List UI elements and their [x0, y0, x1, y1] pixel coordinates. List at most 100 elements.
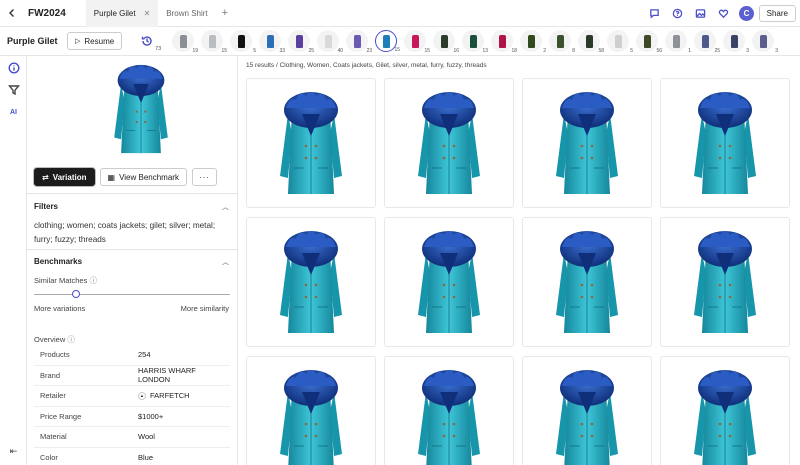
back-arrow-icon[interactable]	[0, 0, 24, 27]
divider	[27, 193, 237, 194]
variation-thumbnail[interactable]: 8	[549, 30, 575, 54]
ai-tool-button[interactable]: AI	[0, 101, 27, 123]
tab-purple-gilet[interactable]: Purple Gilet ✕	[85, 0, 159, 27]
filter-icon[interactable]	[0, 79, 27, 101]
info-icon[interactable]: ⓘ	[67, 335, 75, 344]
result-card[interactable]	[384, 356, 514, 465]
project-name: FW2024	[28, 7, 66, 19]
collapse-panel-icon[interactable]: ⇤	[0, 446, 27, 457]
chevron-up-icon[interactable]: ︿	[222, 202, 229, 212]
view-benchmark-button[interactable]: ▦ View Benchmark	[99, 168, 187, 186]
variation-thumbnail[interactable]: 33	[259, 30, 285, 54]
filters-text: clothing; women; coats jackets; gilet; s…	[34, 221, 216, 244]
result-card[interactable]	[246, 217, 376, 347]
variation-thumbnail[interactable]: 19	[172, 30, 198, 54]
overview-key: Price Range	[40, 411, 82, 421]
overview-key: Brand	[40, 370, 61, 380]
overview-row: Color Blue	[34, 448, 230, 465]
garment-thumbnail-image	[672, 34, 680, 48]
variation-thumbnail[interactable]: 25	[694, 30, 720, 54]
result-card[interactable]	[660, 78, 790, 208]
variation-thumbnail[interactable]: 5	[230, 30, 256, 54]
result-card[interactable]	[522, 356, 652, 465]
thumbnail-count: 8	[572, 48, 575, 54]
more-options-button[interactable]: ···	[191, 168, 217, 186]
thumbnail-count: 5	[253, 48, 256, 54]
tab-label: Brown Shirt	[166, 8, 208, 18]
result-card[interactable]	[384, 78, 514, 208]
result-card[interactable]	[246, 356, 376, 465]
garment-thumbnail-image	[701, 34, 709, 48]
benchmarks-heading: Benchmarks	[34, 257, 83, 266]
variation-thumbnail[interactable]: 56	[636, 30, 662, 54]
history-icon[interactable]: 73	[137, 31, 161, 52]
garment-thumbnail-image	[759, 34, 767, 48]
overview-value: 254	[138, 350, 151, 359]
info-icon[interactable]	[0, 57, 27, 79]
garment-thumbnail-image	[643, 34, 651, 48]
variation-thumbnail[interactable]: 2	[520, 30, 546, 54]
overview-row: Material Wool	[34, 427, 230, 448]
variation-thumbnail[interactable]: 15	[375, 30, 400, 53]
variation-thumbnail[interactable]: 58	[578, 30, 604, 54]
overview-row: Retailer ▲ FARFETCH	[34, 386, 230, 407]
add-tab-icon[interactable]: +	[216, 7, 234, 19]
overview-row: Products 254	[34, 345, 230, 366]
garment-thumbnail-image	[208, 34, 216, 48]
variation-thumbnail[interactable]: 3	[723, 30, 749, 54]
garment-thumbnail-image	[556, 34, 564, 48]
result-card[interactable]	[522, 217, 652, 347]
variation-thumbnail[interactable]: 23	[346, 30, 372, 54]
resume-button[interactable]: ▷ Resume	[67, 32, 123, 50]
variation-thumbnail[interactable]: 5	[607, 30, 633, 54]
result-card[interactable]	[660, 217, 790, 347]
tab-brown-shirt[interactable]: Brown Shirt	[158, 0, 215, 27]
chevron-up-icon[interactable]: ︿	[222, 257, 229, 267]
variation-button[interactable]: ⇄ Variation	[34, 168, 95, 186]
variation-thumbnail[interactable]: 3	[752, 30, 778, 54]
avatar[interactable]: C	[739, 6, 754, 21]
product-image	[417, 230, 481, 334]
garment-thumbnail-image	[382, 34, 390, 48]
product-image	[693, 369, 757, 465]
result-card[interactable]	[660, 356, 790, 465]
garment-thumbnail-image	[353, 34, 361, 48]
variation-thumbnail[interactable]: 18	[491, 30, 517, 54]
help-icon[interactable]	[670, 7, 684, 21]
variation-thumbnail[interactable]: 1	[665, 30, 691, 54]
variation-thumbnail[interactable]: 40	[317, 30, 343, 54]
thumbnail-count: 2	[543, 48, 546, 54]
slider-handle[interactable]	[71, 290, 80, 298]
benchmark-icon: ▦	[107, 172, 116, 182]
thumbnail-count: 40	[337, 48, 343, 54]
divider	[27, 249, 237, 250]
variation-thumbnail[interactable]: 15	[201, 30, 227, 54]
result-card[interactable]	[246, 78, 376, 208]
results-breadcrumb: 15 results / Clothing, Women, Coats jack…	[246, 62, 487, 69]
variation-thumbnail[interactable]: 25	[288, 30, 314, 54]
close-icon[interactable]: ✕	[144, 9, 151, 18]
product-image	[279, 230, 343, 334]
variation-thumbnail[interactable]: 15	[404, 30, 430, 54]
chat-icon[interactable]	[647, 7, 661, 21]
similar-matches-label: Similar Matches ⓘ	[34, 276, 97, 285]
gallery-icon[interactable]	[693, 7, 707, 21]
similarity-slider[interactable]	[34, 290, 230, 298]
product-image	[555, 91, 619, 195]
info-icon[interactable]: ⓘ	[89, 276, 97, 285]
sliders-icon: ⇄	[42, 172, 49, 182]
garment-thumbnail-image	[266, 34, 274, 48]
heart-icon[interactable]	[716, 7, 730, 21]
result-card[interactable]	[384, 217, 514, 347]
share-button[interactable]: Share	[758, 5, 796, 22]
overview-table: Products 254 Brand HARRIS WHARF LONDON Retai…	[34, 345, 230, 465]
overview-value-text: Wool	[138, 432, 155, 442]
variation-thumbnail[interactable]: 16	[433, 30, 459, 54]
thumbnail-count: 5	[630, 48, 633, 54]
variation-thumbnails: 19 15 5 33 25 40 23 15 15 16 13 18 2 8 58 5 56 1 25 3 3	[172, 30, 778, 54]
thumbnail-count: 16	[453, 48, 459, 54]
product-image	[693, 230, 757, 334]
thumbnail-count: 19	[192, 48, 198, 54]
result-card[interactable]	[522, 78, 652, 208]
variation-thumbnail[interactable]: 13	[462, 30, 488, 54]
